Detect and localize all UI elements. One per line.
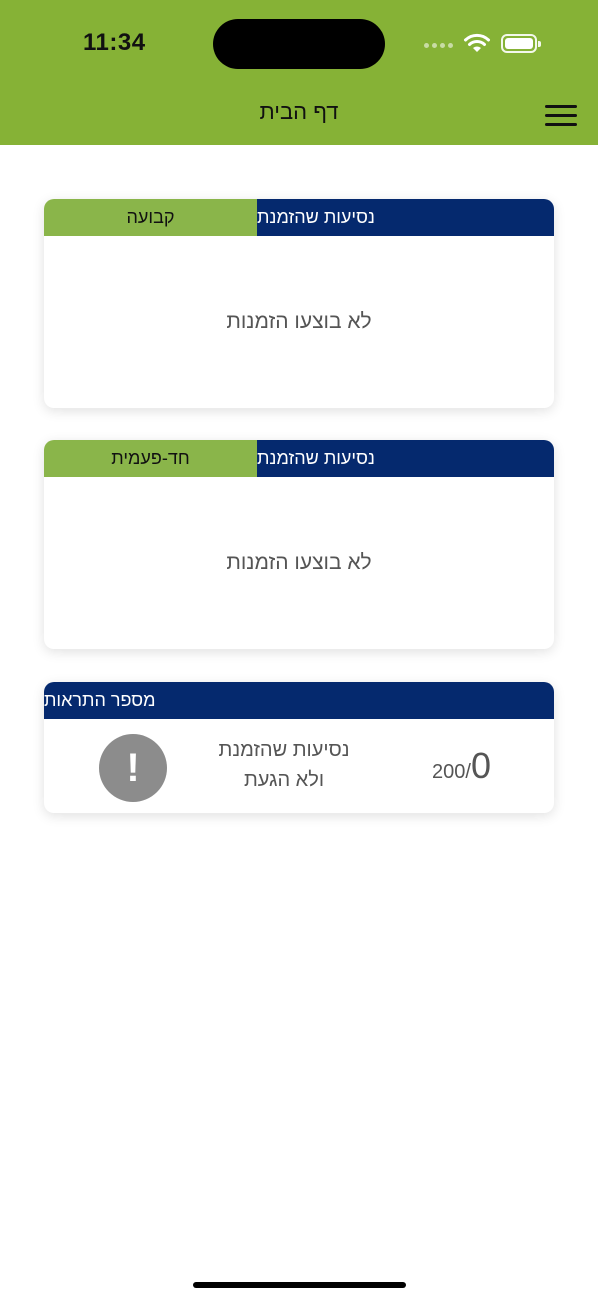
alerts-card-title: מספר התראות [44, 682, 554, 719]
alerts-card-body: ! נסיעות שהזמנת ולא הגעת 200/0 [44, 719, 554, 813]
battery-icon [501, 34, 541, 53]
alerts-counter: 200/0 [432, 745, 491, 787]
alerts-count: 0 [470, 745, 491, 786]
one-time-rides-card: חד-פעמית נסיעות שהזמנת לא בוצעו הזמנות [44, 440, 554, 649]
top-bar: 11:34 דף הבית [0, 0, 598, 145]
card-title: נסיעות שהזמנת [257, 440, 554, 477]
fixed-rides-card: קבועה נסיעות שהזמנת לא בוצעו הזמנות [44, 199, 554, 408]
home-indicator [193, 1282, 406, 1288]
empty-state-text: לא בוצעו הזמנות [226, 310, 372, 333]
cellular-signal-icon [424, 43, 453, 48]
card-header: קבועה נסיעות שהזמנת [44, 199, 554, 236]
exclamation-icon: ! [99, 734, 167, 802]
page-title: דף הבית [259, 99, 339, 124]
wifi-icon [464, 33, 490, 52]
alerts-description: נסיעות שהזמנת ולא הגעת [194, 735, 374, 795]
alerts-limit: 200/ [432, 761, 471, 783]
card-header: חד-פעמית נסיעות שהזמנת [44, 440, 554, 477]
alerts-description-line2: ולא הגעת [243, 769, 325, 791]
status-time: 11:34 [83, 29, 146, 56]
alerts-card: מספר התראות ! נסיעות שהזמנת ולא הגעת 200… [44, 682, 554, 813]
dynamic-island [213, 19, 385, 69]
card-title: נסיעות שהזמנת [257, 199, 554, 236]
alerts-description-line1: נסיעות שהזמנת [218, 739, 350, 761]
empty-state-text: לא בוצעו הזמנות [226, 551, 372, 574]
ride-type-tag: חד-פעמית [44, 440, 257, 477]
ride-type-tag: קבועה [44, 199, 257, 236]
menu-icon[interactable] [543, 104, 579, 128]
